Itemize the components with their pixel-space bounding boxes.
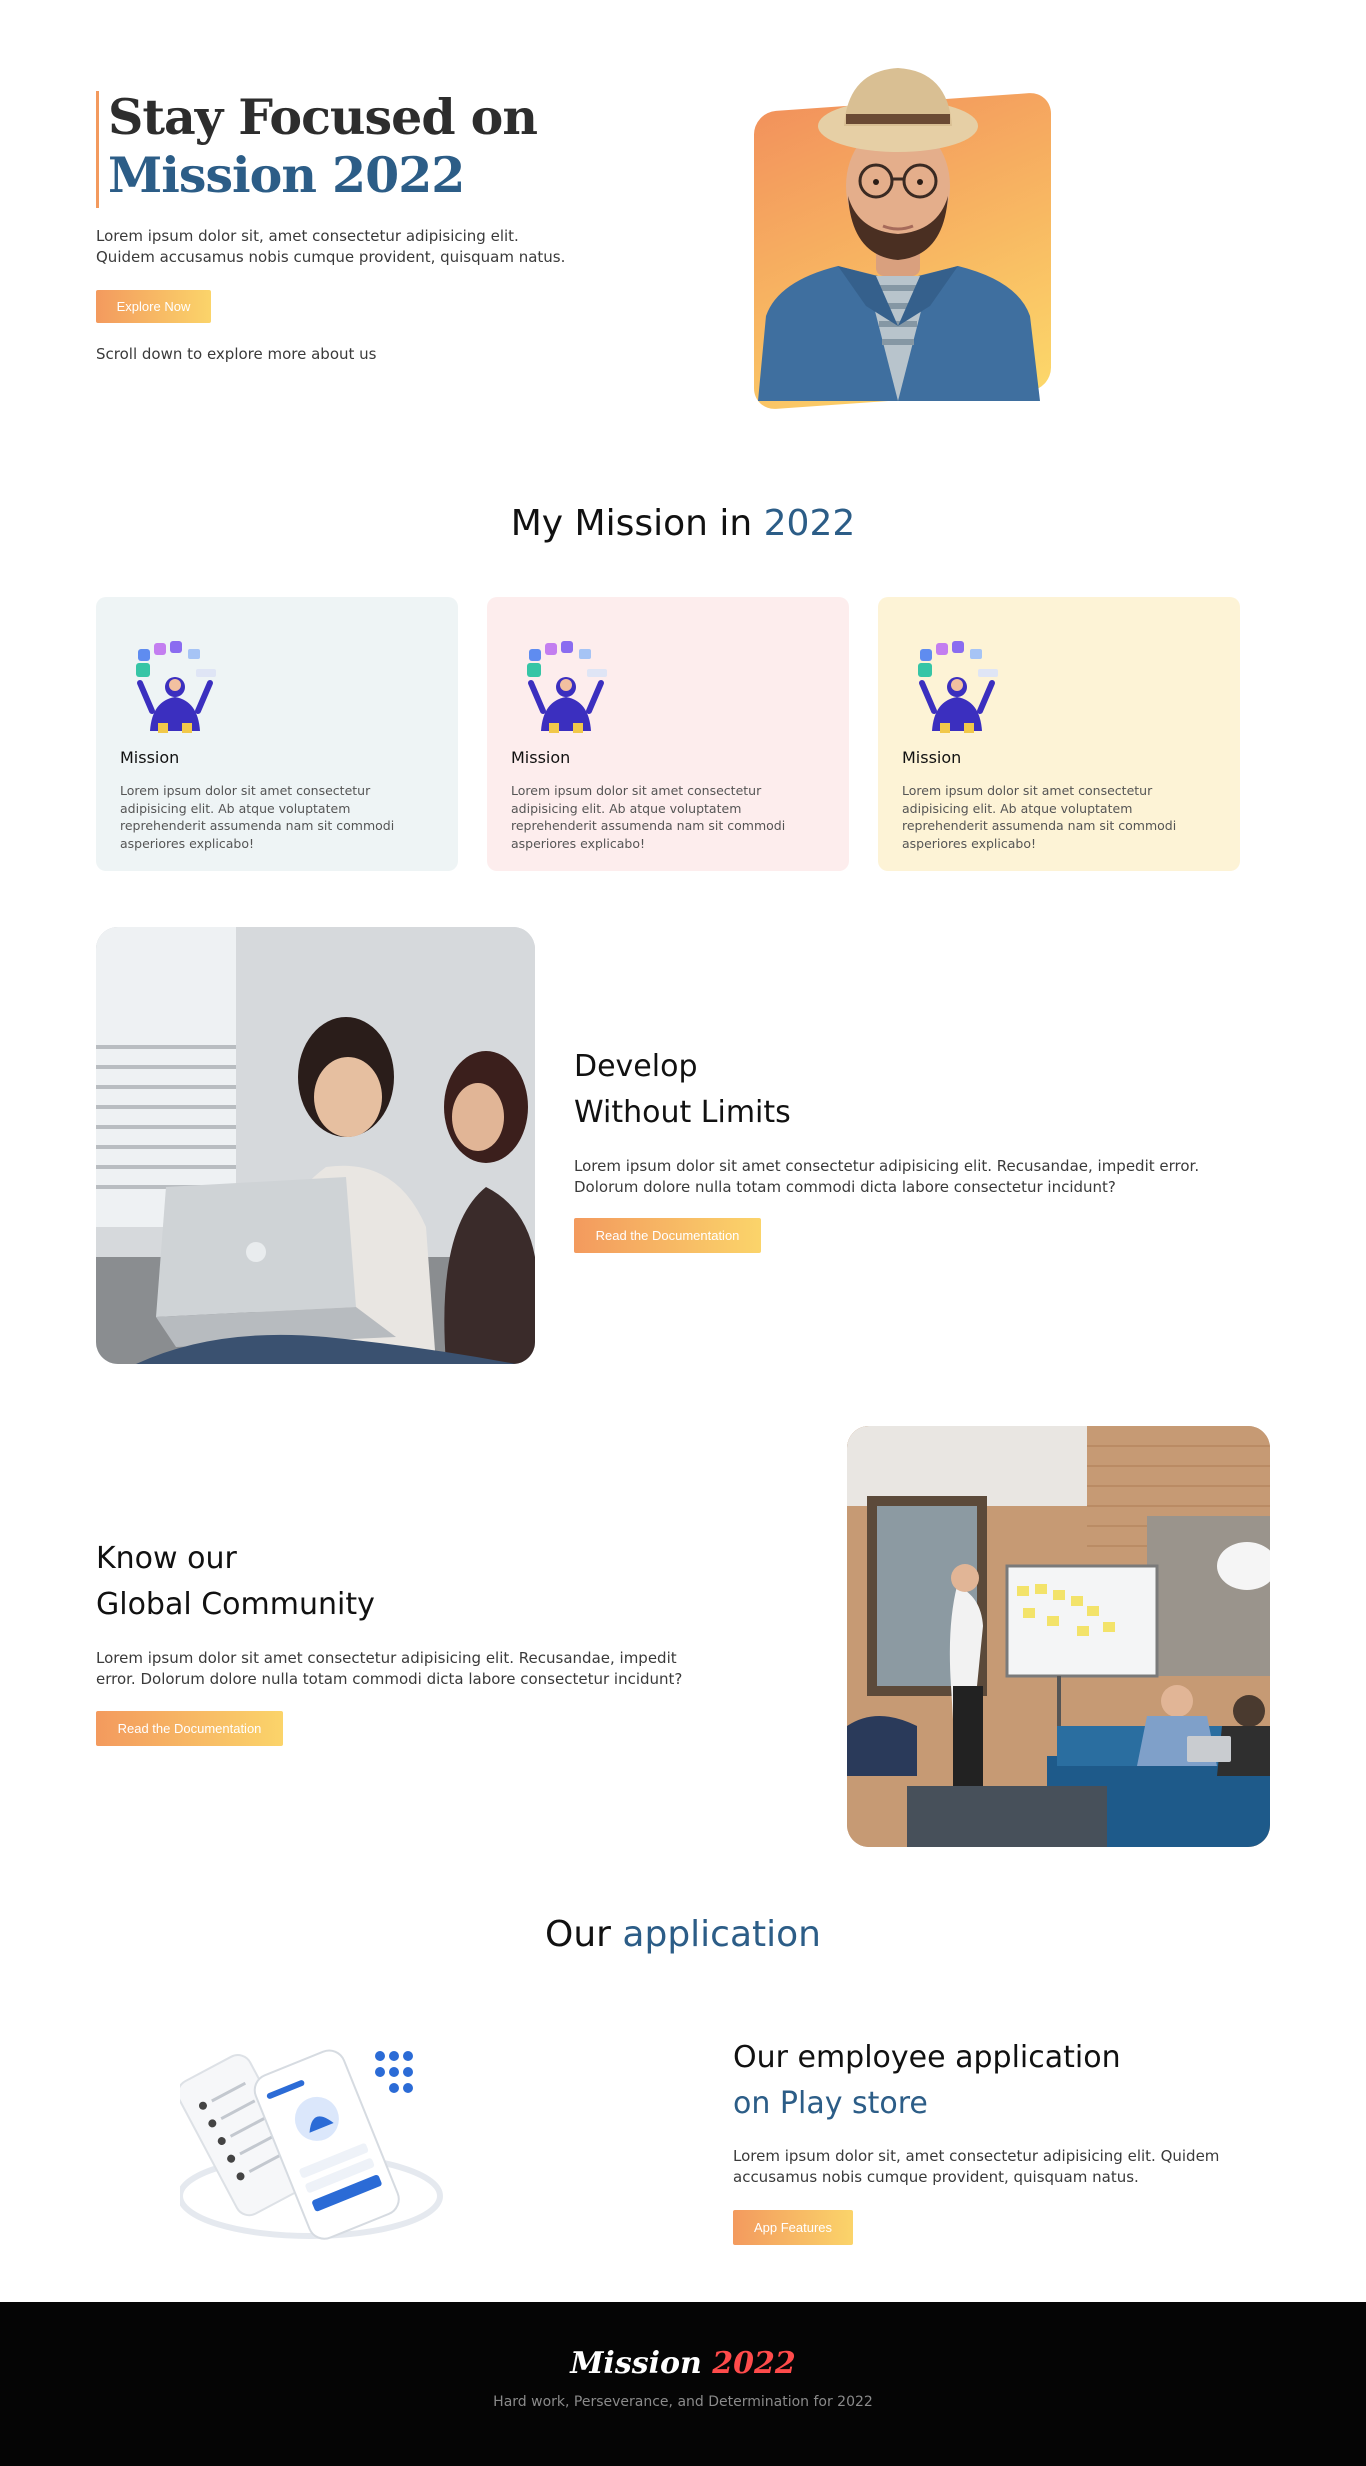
app-text: Lorem ipsum dolor sit, amet consectetur … <box>733 2147 1220 2186</box>
footer-logo-main: Mission <box>570 2346 702 2381</box>
app-heading-line1: Our employee application <box>733 2040 1121 2075</box>
team-meeting-illustration <box>847 1426 1270 1847</box>
develop-text: Lorem ipsum dolor sit amet consectetur a… <box>574 1157 1200 1196</box>
man-portrait-image <box>758 68 1040 401</box>
juggling-person-illustration <box>136 641 216 733</box>
community-title: Know our Global Community <box>96 1536 375 1628</box>
juggling-person-illustration <box>918 641 998 733</box>
read-documentation-button[interactable]: Read the Documentation <box>574 1218 761 1253</box>
community-title-line1: Know our <box>96 1541 237 1576</box>
mission-card: Mission Lorem ipsum dolor sit amet conse… <box>878 597 1240 871</box>
application-title-prefix: Our <box>545 1914 611 1955</box>
mission-card-text: Lorem ipsum dolor sit amet consectetur a… <box>120 783 395 851</box>
mission-card: Mission Lorem ipsum dolor sit amet conse… <box>96 597 458 871</box>
community-title-line2: Global Community <box>96 1587 375 1622</box>
mission-card-title: Mission <box>902 748 962 767</box>
application-section-title: Our application <box>0 1914 1366 1955</box>
footer-tagline: Hard work, Perseverance, and Determinati… <box>493 2394 873 2410</box>
hero-portrait <box>748 66 1053 411</box>
develop-title: Develop Without Limits <box>574 1044 791 1136</box>
app-heading-line2: on Play store <box>733 2086 928 2121</box>
mission-card-text: Lorem ipsum dolor sit amet consectetur a… <box>902 783 1177 851</box>
develop-title-line1: Develop <box>574 1049 698 1084</box>
read-documentation-button-community[interactable]: Read the Documentation <box>96 1711 283 1746</box>
hero-title-line2: Mission 2022 <box>108 146 465 204</box>
scroll-hint: Scroll down to explore more about us <box>96 345 377 363</box>
community-text: Lorem ipsum dolor sit amet consectetur a… <box>96 1649 683 1688</box>
juggling-person-illustration <box>527 641 607 733</box>
hero-description: Lorem ipsum dolor sit, amet consectetur … <box>96 227 566 266</box>
team-meeting-photo <box>847 1426 1270 1847</box>
mission-card-title: Mission <box>511 748 571 767</box>
hero-accent-bar <box>96 91 99 208</box>
mission-title-accent: 2022 <box>763 503 856 544</box>
mission-title-prefix: My Mission in <box>510 503 753 544</box>
two-women-laptop-photo <box>96 927 535 1364</box>
phone-app-mockup-image <box>180 2049 443 2240</box>
footer: Mission 2022 Hard work, Perseverance, an… <box>0 2302 1366 2466</box>
app-features-button[interactable]: App Features <box>733 2210 853 2245</box>
footer-logo-accent: 2022 <box>712 2346 796 2381</box>
mission-card: Mission Lorem ipsum dolor sit amet conse… <box>487 597 849 871</box>
hero-title: Stay Focused on Mission 2022 <box>108 88 538 204</box>
mission-section-title: My Mission in 2022 <box>0 503 1366 544</box>
two-women-laptop-illustration <box>96 927 535 1364</box>
hero-title-line1: Stay Focused on <box>108 88 538 146</box>
mission-card-text: Lorem ipsum dolor sit amet consectetur a… <box>511 783 786 851</box>
develop-title-line2: Without Limits <box>574 1095 791 1130</box>
application-title-accent: application <box>622 1914 821 1955</box>
app-heading: Our employee application on Play store <box>733 2035 1121 2127</box>
explore-now-button[interactable]: Explore Now <box>96 290 211 323</box>
footer-logo[interactable]: Mission 2022 <box>0 2346 1366 2381</box>
mission-card-title: Mission <box>120 748 180 767</box>
